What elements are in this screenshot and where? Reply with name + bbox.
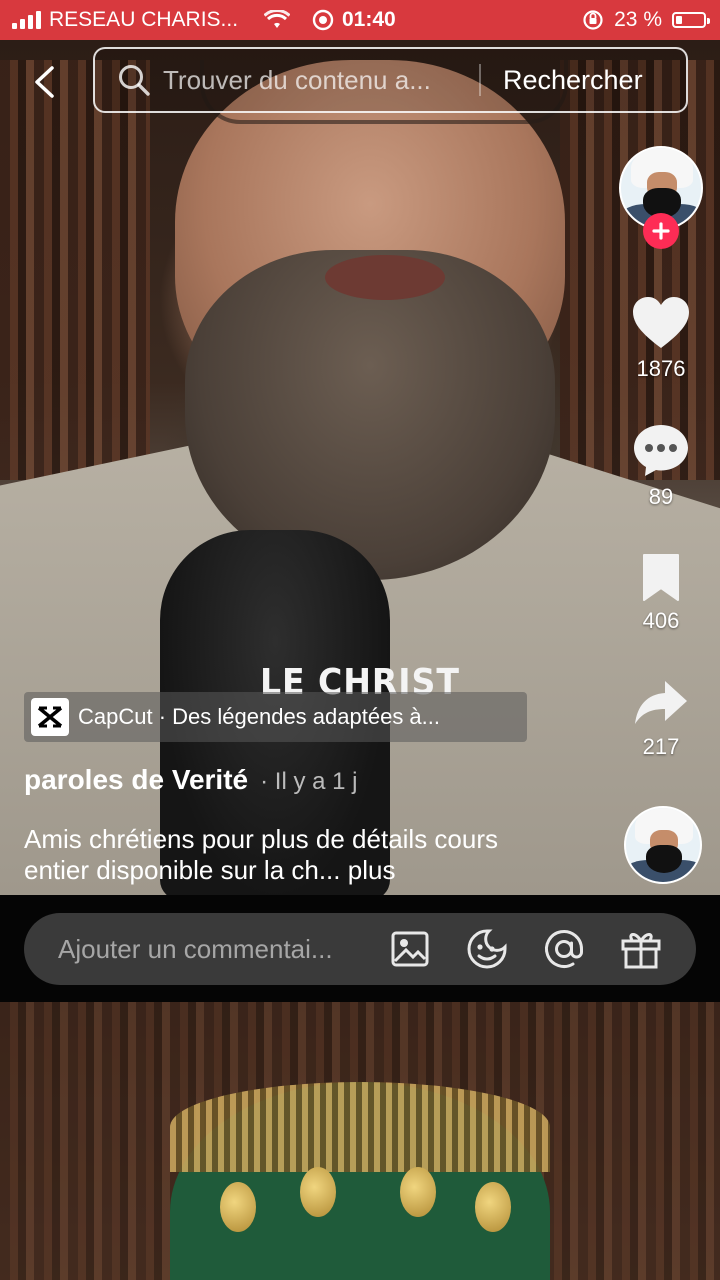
search-input[interactable] — [161, 63, 473, 97]
like-count: 1876 — [636, 356, 686, 381]
save-button[interactable]: 406 — [612, 552, 710, 634]
plus-icon — [652, 222, 670, 240]
image-icon — [391, 931, 429, 967]
search-icon — [117, 63, 151, 97]
capcut-banner[interactable]: CapCut · Des légendes adaptées à... — [24, 692, 527, 742]
wifi-icon — [264, 10, 291, 28]
back-button[interactable] — [24, 60, 64, 104]
back-icon — [35, 66, 54, 98]
like-button[interactable]: 1876 — [612, 296, 710, 382]
bookmark-icon — [643, 554, 679, 601]
comment-button[interactable]: 89 — [612, 422, 710, 510]
alarm-icon — [312, 9, 334, 31]
more-button[interactable]: plus — [348, 855, 396, 885]
heart-icon — [633, 297, 689, 348]
search-bar[interactable]: Rechercher — [93, 47, 688, 113]
author-row: paroles de Verité · Il y a 1 j — [24, 764, 357, 796]
mention-icon — [545, 929, 583, 968]
gift-icon — [621, 933, 661, 969]
author-name[interactable]: paroles de Verité — [24, 764, 248, 796]
caption-text: Amis chrétiens pour plus de détails cour… — [24, 824, 499, 885]
comment-input[interactable] — [56, 932, 378, 966]
gift-button[interactable] — [619, 927, 663, 971]
next-video-preview[interactable] — [0, 1002, 720, 1280]
post-time: · Il y a 1 j — [260, 768, 358, 795]
follow-button[interactable] — [643, 213, 679, 249]
clock: 01:40 — [342, 8, 396, 31]
comment-count: 89 — [648, 484, 674, 509]
sound-avatar[interactable] — [624, 806, 702, 884]
share-count: 217 — [642, 734, 680, 759]
search-divider — [479, 64, 481, 96]
status-bar: RESEAU CHARIS... 01:40 23 % — [0, 0, 720, 40]
capcut-banner-text: CapCut · Des légendes adaptées à... — [78, 704, 441, 729]
share-icon — [635, 681, 687, 724]
battery-percent: 23 % — [614, 8, 662, 31]
comment-bar[interactable] — [24, 913, 696, 985]
carrier-name: RESEAU CHARIS... — [49, 8, 239, 31]
capcut-icon — [31, 698, 69, 736]
comment-icon — [634, 425, 688, 476]
search-submit-button[interactable]: Rechercher — [503, 65, 643, 96]
image-button[interactable] — [388, 927, 432, 971]
share-button[interactable]: 217 — [612, 678, 710, 760]
emoji-button[interactable] — [465, 927, 509, 971]
mention-button[interactable] — [542, 927, 586, 971]
video-caption[interactable]: Amis chrétiens pour plus de détails cour… — [24, 824, 564, 886]
lock-rotation-icon — [583, 10, 603, 30]
battery-icon — [672, 12, 710, 28]
emoji-icon — [467, 929, 507, 969]
signal-icon — [12, 11, 41, 29]
save-count: 406 — [642, 608, 680, 633]
